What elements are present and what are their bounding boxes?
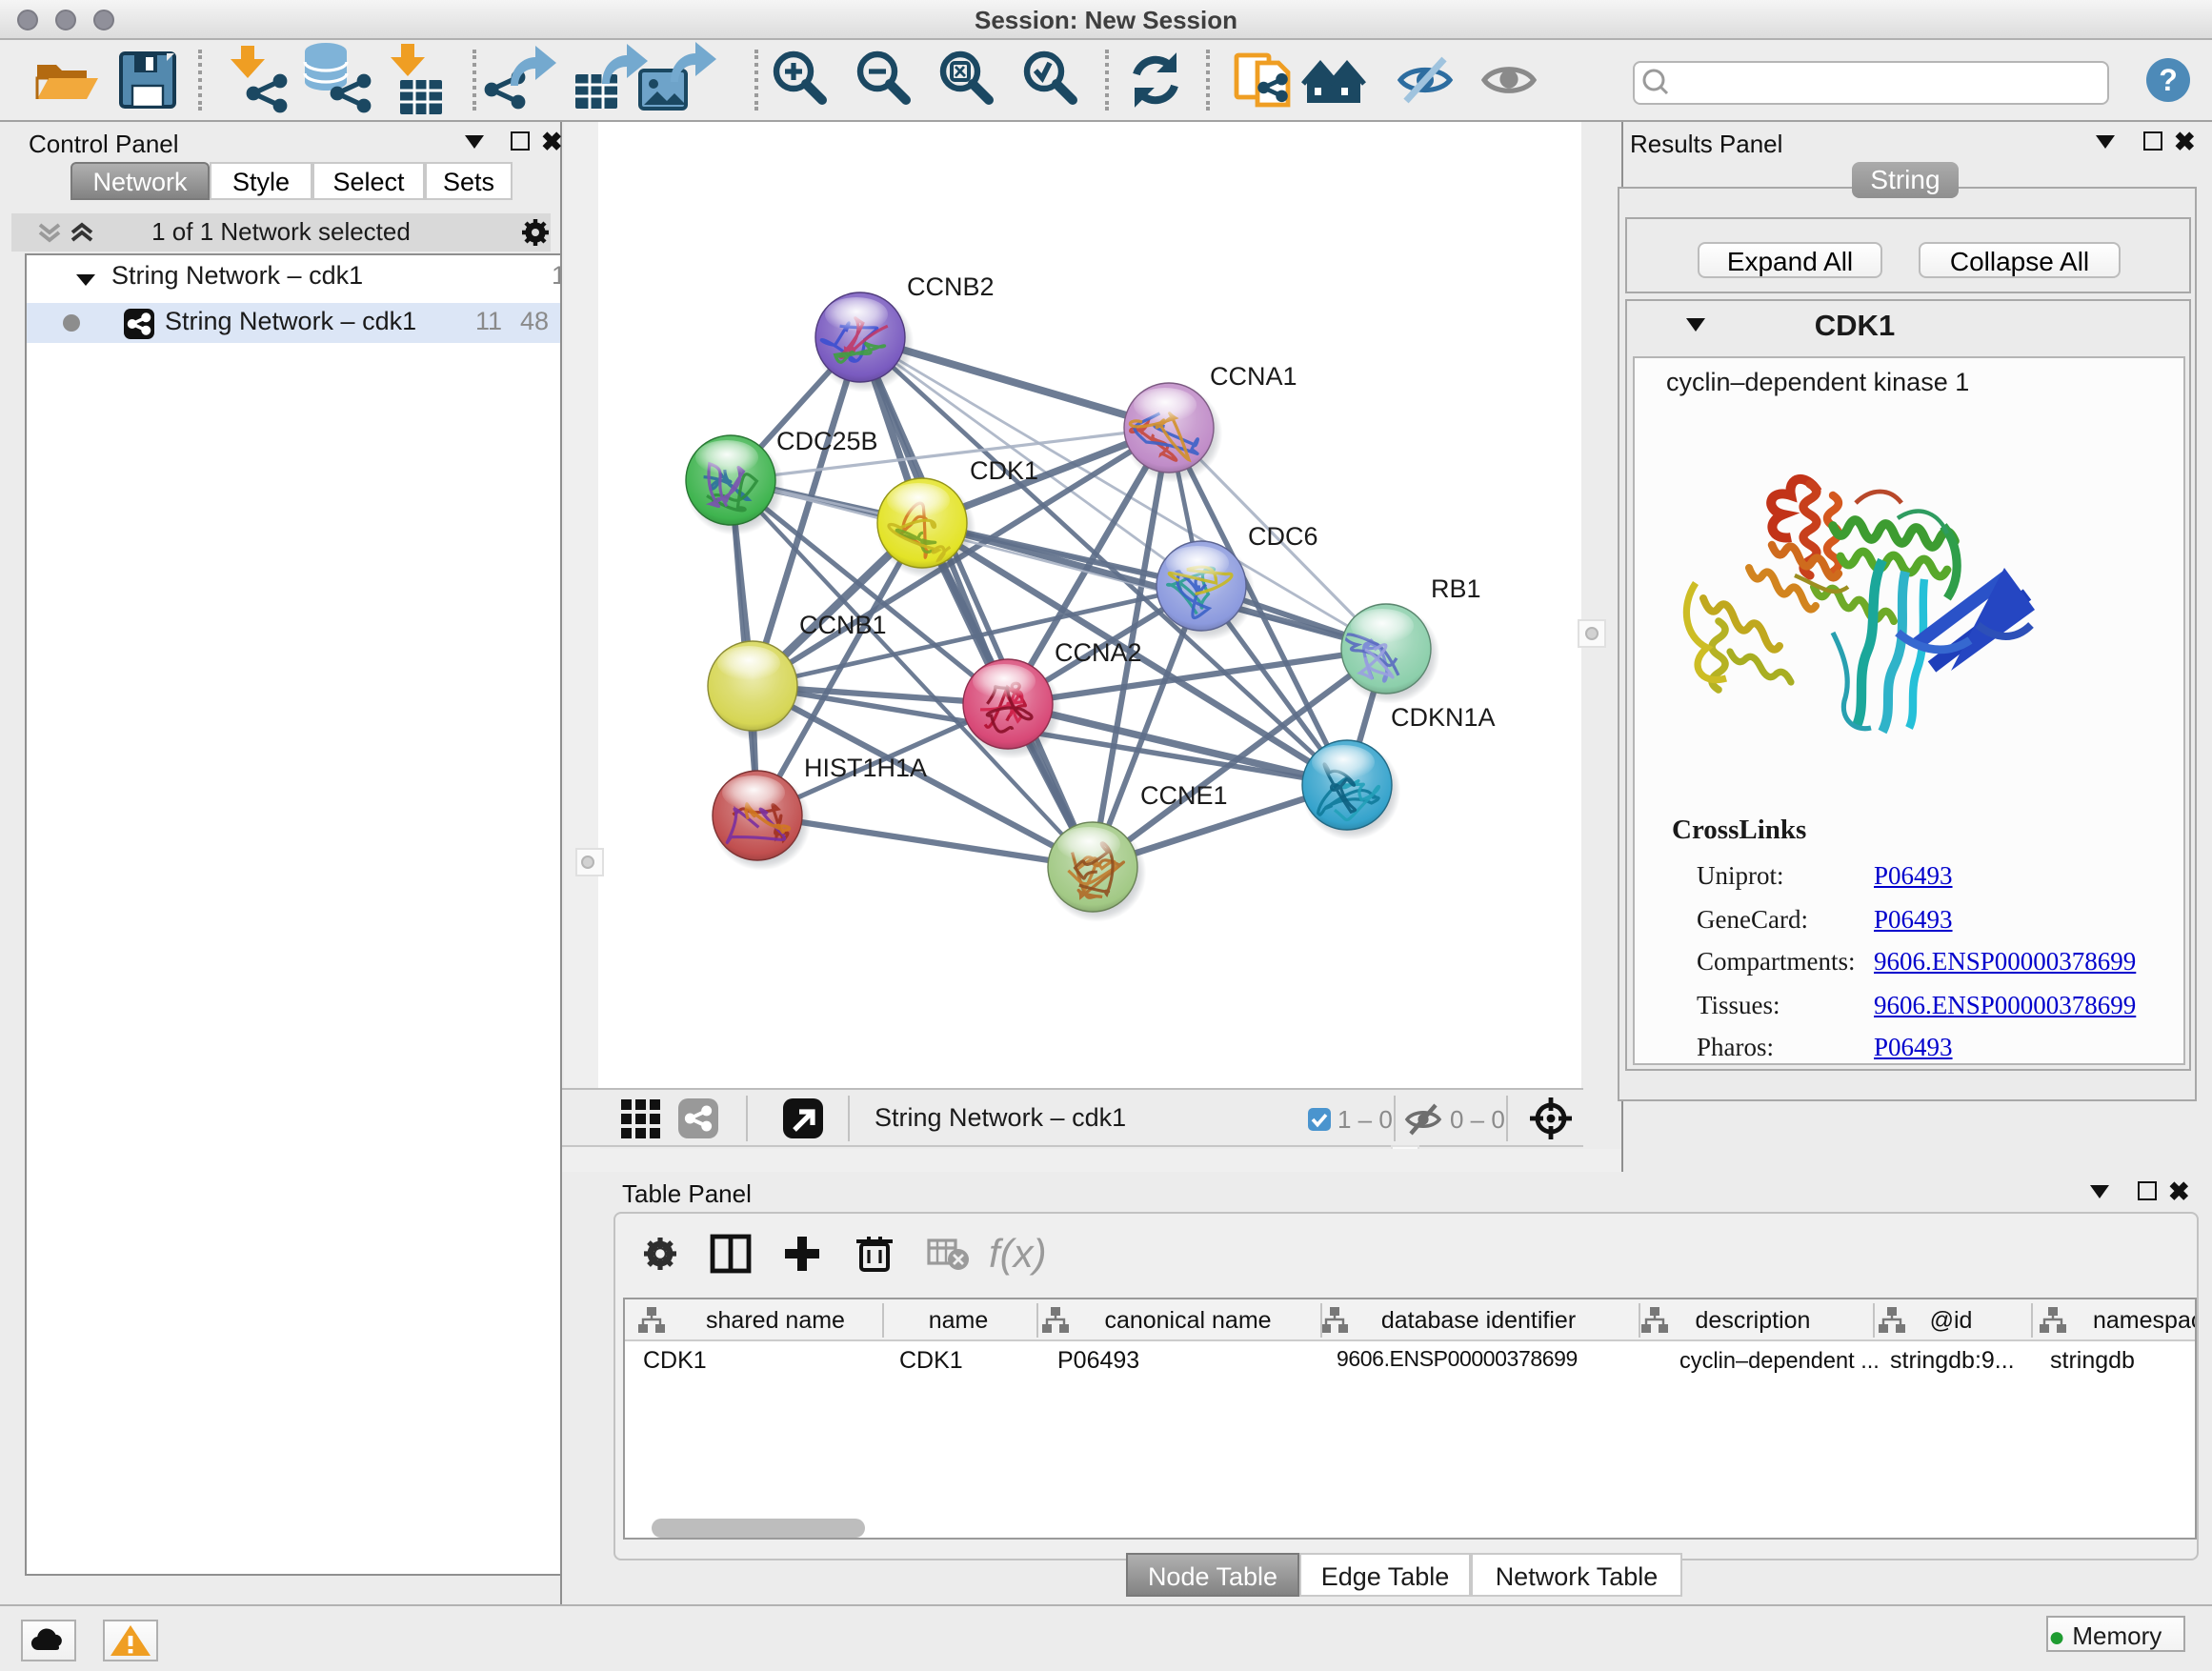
svg-text:CDC25B: CDC25B (776, 427, 878, 455)
svg-text:CCNA2: CCNA2 (1055, 638, 1142, 667)
svg-text:?: ? (2159, 63, 2178, 97)
svg-text:CCNA1: CCNA1 (1210, 362, 1297, 391)
svg-text:CDC6: CDC6 (1248, 522, 1318, 551)
svg-text:CCNB1: CCNB1 (799, 611, 887, 639)
svg-text:f(x): f(x) (989, 1231, 1047, 1276)
svg-text:CDK1: CDK1 (970, 456, 1038, 485)
svg-text:CCNB2: CCNB2 (907, 272, 995, 301)
svg-text:CCNE1: CCNE1 (1140, 781, 1228, 810)
svg-text:HIST1H1A: HIST1H1A (804, 754, 927, 782)
svg-text:RB1: RB1 (1431, 574, 1481, 603)
svg-text:CDKN1A: CDKN1A (1391, 703, 1496, 732)
